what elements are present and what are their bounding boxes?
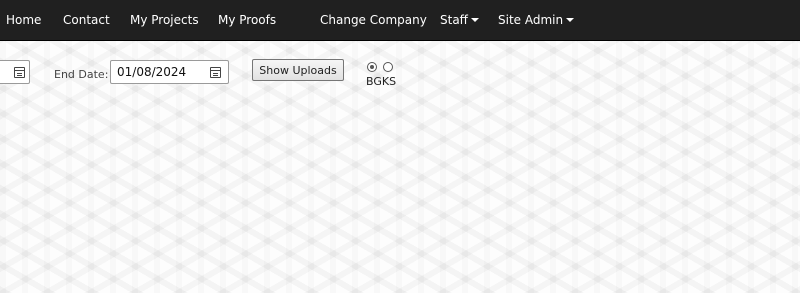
nav-site-admin-dropdown[interactable]: Site Admin (498, 0, 575, 40)
nav-contact-label: Contact (63, 13, 110, 27)
nav-my-projects[interactable]: My Projects (130, 0, 199, 40)
end-date-label: End Date: (54, 68, 109, 81)
nav-home-label: Home (6, 13, 42, 27)
nav-my-proofs[interactable]: My Proofs (218, 0, 276, 40)
nav-staff-dropdown[interactable]: Staff (440, 0, 479, 40)
end-date-value: 01/08/2024 (117, 65, 187, 79)
nav-home[interactable]: Home (6, 0, 41, 40)
top-navbar: Home Contact My Projects My Proofs Chang… (0, 0, 800, 41)
calendar-icon[interactable] (14, 67, 25, 78)
show-uploads-button[interactable]: Show Uploads (252, 59, 344, 81)
nav-my-projects-label: My Projects (130, 13, 199, 27)
nav-site-admin-label: Site Admin (498, 13, 564, 27)
end-date-input[interactable]: 01/08/2024 (110, 60, 229, 84)
radio-option-2[interactable] (383, 62, 393, 72)
nav-my-proofs-label: My Proofs (218, 13, 277, 27)
nav-staff-label: Staff (440, 13, 468, 27)
caret-down-icon (470, 18, 479, 22)
caret-down-icon (566, 18, 575, 22)
radio-label-bgks: BGKS (366, 75, 397, 88)
nav-contact[interactable]: Contact (63, 0, 110, 40)
radio-option-1[interactable] (367, 62, 377, 72)
nav-change-company[interactable]: Change Company (320, 0, 427, 40)
start-date-input[interactable] (0, 60, 30, 84)
calendar-icon[interactable] (210, 67, 221, 78)
nav-change-company-label: Change Company (320, 13, 427, 27)
